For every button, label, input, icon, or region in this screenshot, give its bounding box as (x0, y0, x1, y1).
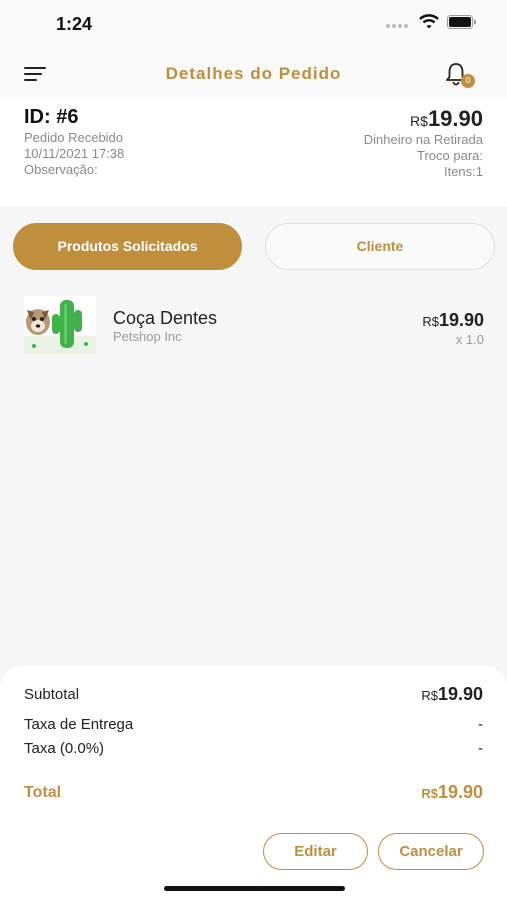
status-bar: 1:24 (0, 0, 507, 48)
list-item[interactable]: Coça Dentes Petshop Inc R$19.90 x 1.0 (24, 296, 484, 356)
total-value: R$19.90 (421, 782, 483, 803)
payment-method: Dinheiro na Retirada (363, 132, 483, 147)
product-price: R$19.90 (422, 310, 484, 331)
total-row: Total R$19.90 (24, 782, 483, 803)
order-price: R$19.90 (364, 106, 483, 132)
subtotal-amount: 19.90 (437, 684, 483, 704)
notifications-button[interactable]: 0 (445, 62, 475, 88)
tab-cliente[interactable]: Cliente (265, 223, 495, 270)
product-image (24, 296, 96, 354)
order-summary-panel: Subtotal R$19.90 Taxa de Entrega - Taxa … (0, 666, 507, 900)
home-indicator (164, 886, 345, 891)
order-note-label: Observação: (24, 162, 98, 177)
tax-label: Taxa (0.0%) (24, 740, 105, 757)
product-store: Petshop Inc (113, 329, 182, 344)
status-icons (385, 14, 477, 35)
battery-icon (447, 15, 477, 34)
subtotal-label: Subtotal (24, 686, 80, 703)
delivery-fee-label: Taxa de Entrega (24, 716, 134, 733)
order-datetime: 10/11/2021 17:38 (24, 146, 125, 161)
notification-badge: 0 (461, 74, 475, 88)
delivery-fee-value: - (478, 716, 483, 733)
tax-row: Taxa (0.0%) - (24, 740, 483, 757)
subtotal-value: R$19.90 (421, 684, 483, 705)
order-info-card: ID: #6 Pedido Recebido 10/11/2021 17:38 … (0, 98, 507, 206)
items-count: Itens:1 (443, 164, 483, 179)
product-currency: R$ (422, 314, 439, 329)
order-id: ID: #6 (24, 106, 79, 128)
status-time: 1:24 (56, 14, 93, 34)
wifi-icon (419, 14, 439, 35)
app-header: Detalhes do Pedido 0 (0, 48, 507, 98)
tab-produtos-solicitados[interactable]: Produtos Solicitados (13, 223, 242, 270)
total-label: Total (24, 784, 62, 801)
order-status: Pedido Recebido (24, 130, 124, 145)
signal-icon (385, 16, 411, 34)
total-currency: R$ (421, 786, 438, 801)
subtotal-row: Subtotal R$19.90 (24, 684, 483, 705)
change-label: Troco para: (417, 148, 483, 163)
order-payment-info: R$19.90 Dinheiro na Retirada Troco para:… (364, 106, 483, 180)
product-quantity: x 1.0 (455, 332, 484, 347)
page-title: Detalhes do Pedido (165, 64, 342, 83)
product-name: Coça Dentes (113, 308, 218, 328)
subtotal-currency: R$ (421, 688, 438, 703)
total-amount: 19.90 (437, 782, 483, 802)
product-price-value: 19.90 (438, 310, 484, 330)
order-meta: Pedido Recebido 10/11/2021 17:38 Observa… (24, 130, 124, 178)
tax-value: - (478, 740, 483, 757)
edit-button[interactable]: Editar (263, 833, 368, 870)
order-price-value: 19.90 (427, 106, 483, 131)
order-currency: R$ (410, 113, 428, 129)
delivery-fee-row: Taxa de Entrega - (24, 716, 483, 733)
cancel-button[interactable]: Cancelar (378, 833, 484, 870)
